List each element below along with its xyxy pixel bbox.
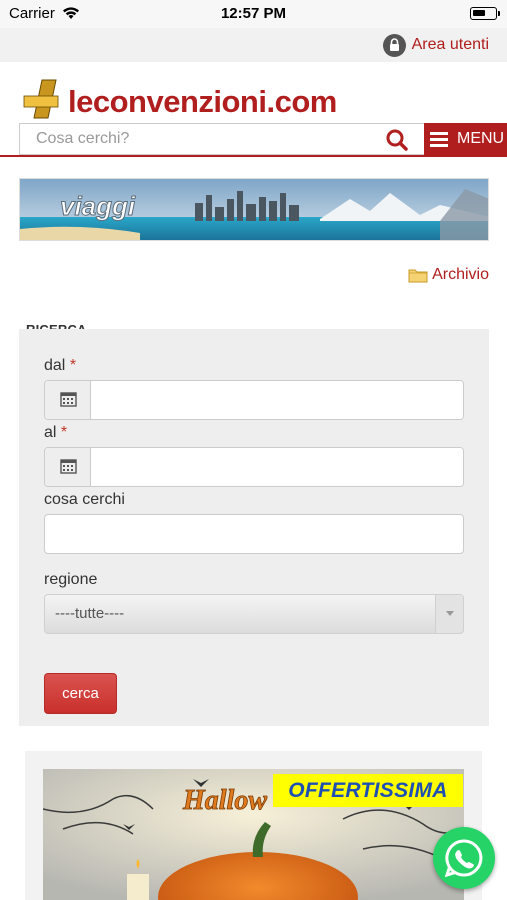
regione-label: regione	[44, 571, 98, 588]
dal-label: dal *	[44, 357, 77, 374]
search-icon[interactable]	[384, 127, 410, 153]
site-logo[interactable]: leconvenzioni.com	[22, 78, 337, 122]
folder-icon	[408, 269, 428, 283]
battery-icon	[470, 7, 500, 20]
al-date-field	[44, 447, 464, 487]
header-divider	[0, 155, 507, 157]
regione-selected-value: ----tutte----	[55, 605, 125, 622]
cerca-button[interactable]: cerca	[44, 673, 117, 714]
archivio-link[interactable]: Archivio	[408, 266, 489, 284]
cosa-cerchi-input[interactable]	[44, 514, 464, 554]
offer-card[interactable]: Hallow OFFERTISSIMA	[25, 751, 482, 900]
offertissima-tag: OFFERTISSIMA	[273, 774, 463, 807]
dal-date-field	[44, 380, 464, 420]
required-mark: *	[69, 357, 77, 374]
dal-input[interactable]	[91, 381, 463, 419]
search-input[interactable]	[20, 124, 370, 154]
user-bar: Area utenti	[0, 28, 507, 62]
viaggi-banner[interactable]: viaggi	[19, 178, 489, 241]
logo-text: leconvenzioni.com	[68, 84, 337, 119]
whatsapp-button[interactable]	[433, 827, 495, 889]
archivio-label: Archivio	[432, 266, 489, 283]
cosa-cerchi-label: cosa cerchi	[44, 491, 125, 508]
offer-image-text: Hallow	[182, 785, 267, 816]
status-bar: Carrier 12:57 PM	[0, 0, 507, 28]
logo-badge	[22, 78, 66, 122]
calendar-icon[interactable]	[45, 448, 91, 486]
calendar-icon[interactable]	[45, 381, 91, 419]
search-form: dal * al * cosa cerchi regione ----tutte…	[19, 329, 489, 726]
menu-button[interactable]: MENU	[424, 123, 507, 155]
lock-icon	[382, 33, 406, 57]
area-utenti-label: Area utenti	[411, 36, 489, 53]
regione-select[interactable]: ----tutte----	[44, 594, 464, 634]
banner-text: viaggi	[60, 191, 136, 221]
site-header: leconvenzioni.com MENU	[0, 62, 507, 157]
menu-label: MENU	[457, 130, 505, 147]
area-utenti-link[interactable]: Area utenti	[382, 32, 489, 58]
chevron-down-icon	[435, 595, 463, 633]
al-label: al *	[44, 424, 68, 441]
required-mark: *	[60, 424, 68, 441]
search-bar	[19, 123, 424, 155]
whatsapp-icon	[444, 839, 483, 878]
hamburger-icon	[430, 131, 448, 147]
battery-fill	[473, 10, 485, 16]
clock: 12:57 PM	[220, 5, 287, 22]
offer-image[interactable]: Hallow OFFERTISSIMA	[43, 769, 464, 900]
al-input[interactable]	[91, 448, 463, 486]
